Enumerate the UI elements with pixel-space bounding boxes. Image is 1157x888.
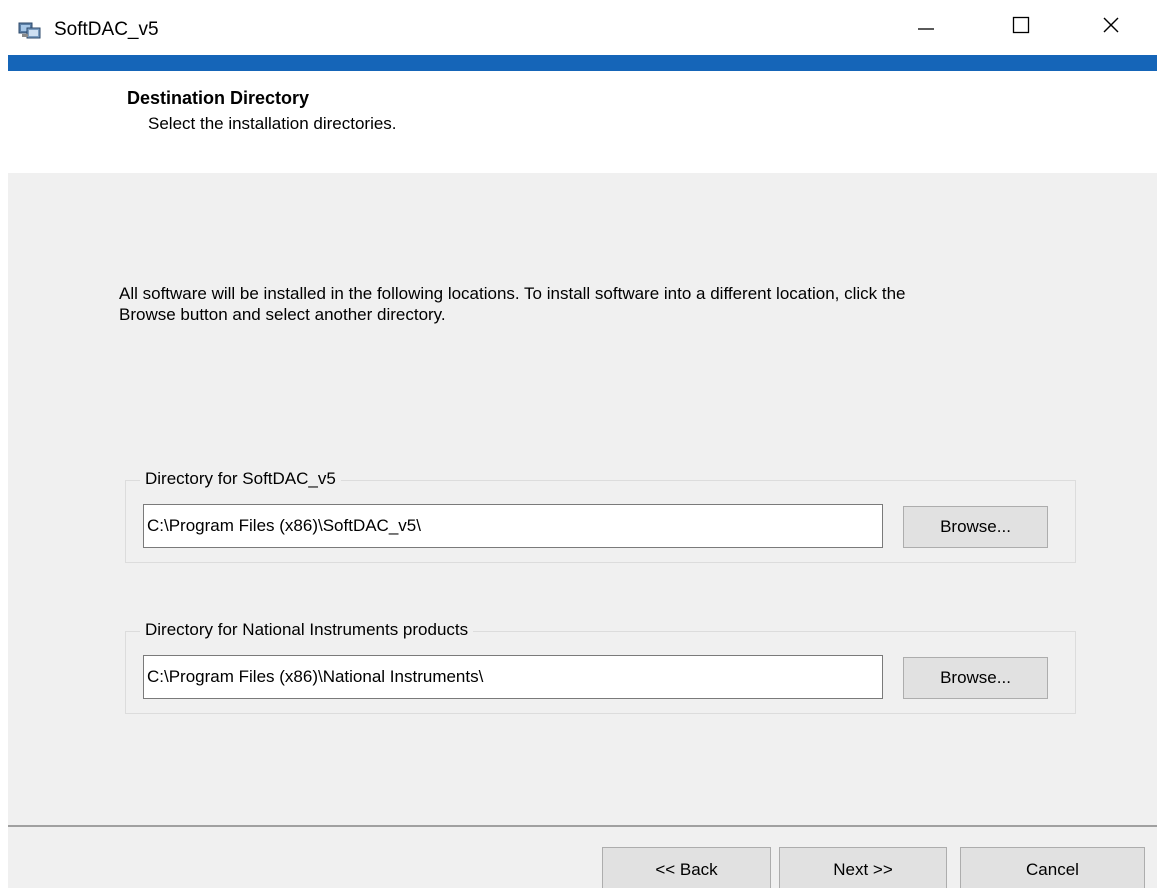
installer-window: SoftDAC_v5 Destination Directory Select …	[0, 0, 1157, 888]
page-subtitle: Select the installation directories.	[148, 114, 397, 133]
close-icon	[1101, 15, 1121, 40]
back-button[interactable]: << Back	[602, 847, 771, 888]
maximize-button[interactable]	[985, 0, 1057, 55]
group-label: Directory for SoftDAC_v5	[140, 469, 341, 489]
intro-text: All software will be installed in the fo…	[119, 284, 906, 324]
footer-divider	[8, 825, 1157, 827]
installer-icon	[18, 20, 42, 40]
ni-directory-group: Directory for National Instruments produ…	[125, 620, 1076, 714]
browse-button[interactable]: Browse...	[903, 506, 1048, 548]
page-title: Destination Directory	[127, 88, 310, 108]
maximize-icon	[1011, 15, 1031, 40]
softdac-directory-group: Directory for SoftDAC_v5 Browse...	[125, 469, 1076, 563]
minimize-icon	[916, 15, 936, 40]
window-title: SoftDAC_v5	[54, 19, 159, 40]
ni-directory-input[interactable]	[143, 655, 883, 699]
close-button[interactable]	[1075, 0, 1147, 55]
softdac-directory-input[interactable]	[143, 504, 883, 548]
title-bar: SoftDAC_v5	[0, 0, 1157, 55]
minimize-button[interactable]	[890, 0, 962, 55]
next-button[interactable]: Next >>	[779, 847, 947, 888]
wizard-body: All software will be installed in the fo…	[8, 173, 1157, 888]
browse-button[interactable]: Browse...	[903, 657, 1048, 699]
group-label: Directory for National Instruments produ…	[140, 620, 474, 640]
accent-bar	[8, 55, 1157, 71]
cancel-button[interactable]: Cancel	[960, 847, 1145, 888]
wizard-header: Destination Directory Select the install…	[8, 71, 1157, 173]
